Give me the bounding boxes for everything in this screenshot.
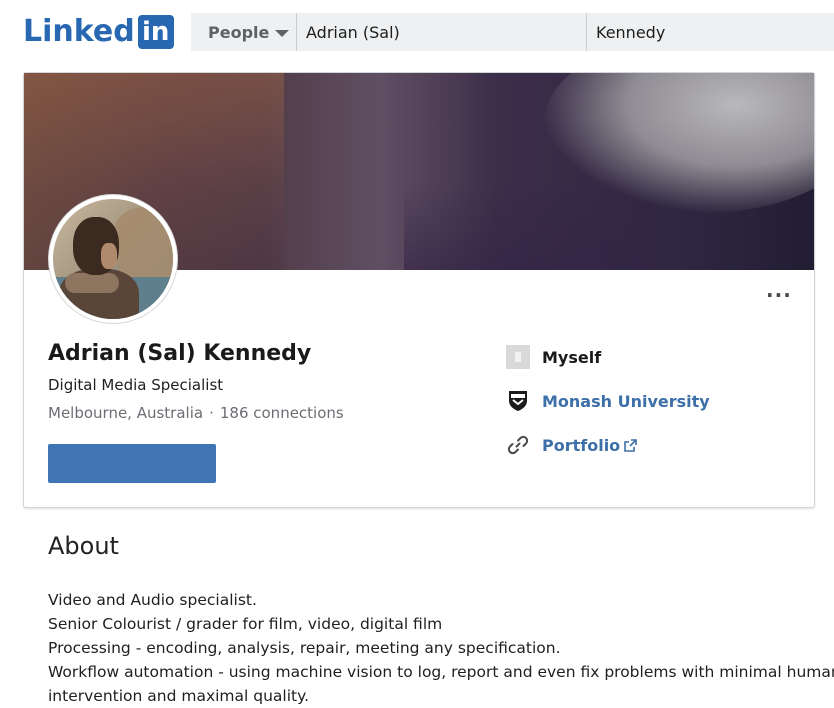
search-type-dropdown[interactable]: People: [191, 13, 297, 51]
about-line: Workflow automation - using machine visi…: [48, 663, 834, 681]
education-row[interactable]: Monash University: [506, 389, 710, 413]
separator-dot: ·: [209, 404, 214, 422]
chevron-down-icon: [275, 29, 290, 37]
profile-subline: Melbourne, Australia · 186 connections: [48, 404, 344, 422]
people-search-bar: People: [191, 13, 834, 51]
website-row[interactable]: Portfolio: [506, 433, 637, 457]
profile-name: Adrian (Sal) Kennedy: [48, 341, 312, 366]
linkedin-logo[interactable]: Linked in: [23, 14, 174, 50]
about-heading: About: [48, 532, 119, 560]
first-name-input[interactable]: [297, 13, 587, 51]
about-line: Video and Audio specialist.: [48, 591, 257, 609]
about-line: Senior Colourist / grader for film, vide…: [48, 615, 443, 633]
profile-avatar[interactable]: [49, 195, 177, 323]
search-type-label: People: [208, 22, 270, 42]
external-link-icon: [624, 438, 637, 452]
current-company-label: Myself: [542, 347, 602, 367]
about-text: Video and Audio specialist. Senior Colou…: [48, 588, 834, 708]
profile-connections[interactable]: 186 connections: [220, 404, 344, 422]
profile-headline: Digital Media Specialist: [48, 376, 224, 394]
logo-wordmark: Linked: [23, 14, 135, 49]
about-line: Processing - encoding, analysis, repair,…: [48, 639, 561, 657]
profile-location: Melbourne, Australia: [48, 404, 204, 422]
portfolio-link[interactable]: Portfolio: [542, 436, 620, 455]
profile-card: ··· Adrian (Sal) Kennedy Digital Media S…: [23, 72, 815, 508]
about-line: intervention and maximal quality.: [48, 687, 310, 705]
connect-button[interactable]: [48, 444, 216, 483]
more-options-icon[interactable]: ···: [766, 285, 791, 305]
link-icon: [506, 433, 530, 457]
school-crest-icon: [506, 389, 530, 413]
logo-in-box: in: [137, 15, 174, 49]
avatar-photo: [53, 199, 173, 319]
company-logo-icon: [506, 345, 530, 369]
top-bar: Linked in People: [0, 0, 834, 56]
education-link[interactable]: Monash University: [542, 392, 710, 411]
current-company-row[interactable]: Myself: [506, 345, 601, 369]
last-name-input[interactable]: [587, 13, 833, 51]
